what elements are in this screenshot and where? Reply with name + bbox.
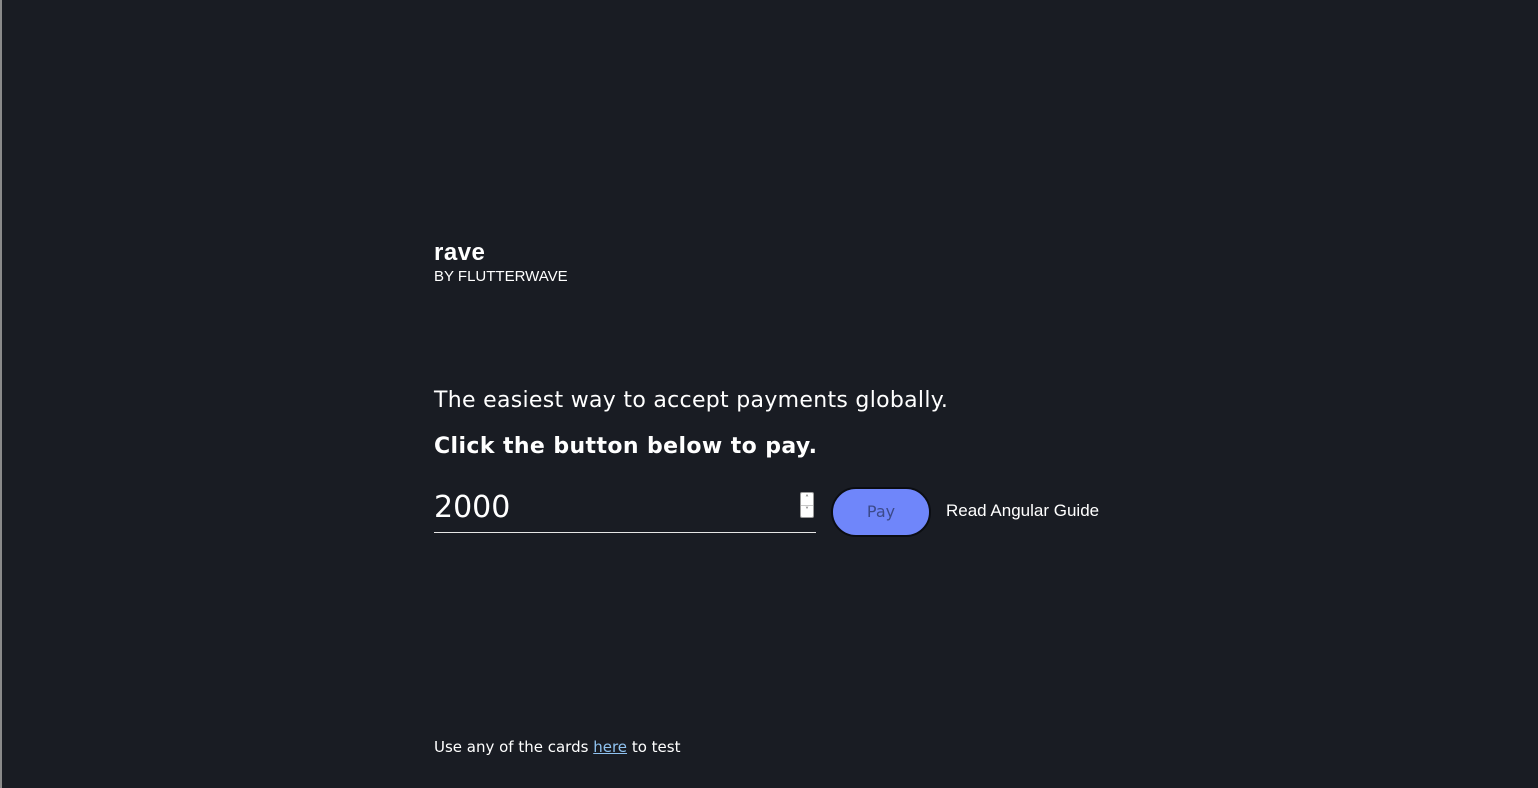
angular-guide-link[interactable]: Read Angular Guide — [946, 500, 1099, 522]
amount-input[interactable] — [434, 486, 794, 530]
footer-prefix: Use any of the cards — [434, 738, 589, 756]
logo-wordmark: rave — [434, 239, 486, 266]
instruction-heading: Click the button below to pay. — [434, 434, 818, 459]
pay-button[interactable]: Pay — [831, 487, 931, 537]
window-edge — [0, 0, 2, 788]
spinner-down-icon[interactable]: ˅ — [801, 505, 813, 517]
logo-subtitle: BY FLUTTERWAVE — [434, 268, 568, 285]
footer-suffix: to test — [631, 738, 681, 756]
tagline: The easiest way to accept payments globa… — [434, 388, 949, 413]
amount-spinner[interactable]: ˄ ˅ — [800, 492, 814, 518]
footer-note: Use any of the cards here to test — [434, 736, 680, 758]
test-cards-link[interactable]: here — [593, 738, 627, 756]
brand-logo: rave BY FLUTTERWAVE — [434, 240, 568, 286]
amount-field: ˄ ˅ — [434, 486, 816, 533]
